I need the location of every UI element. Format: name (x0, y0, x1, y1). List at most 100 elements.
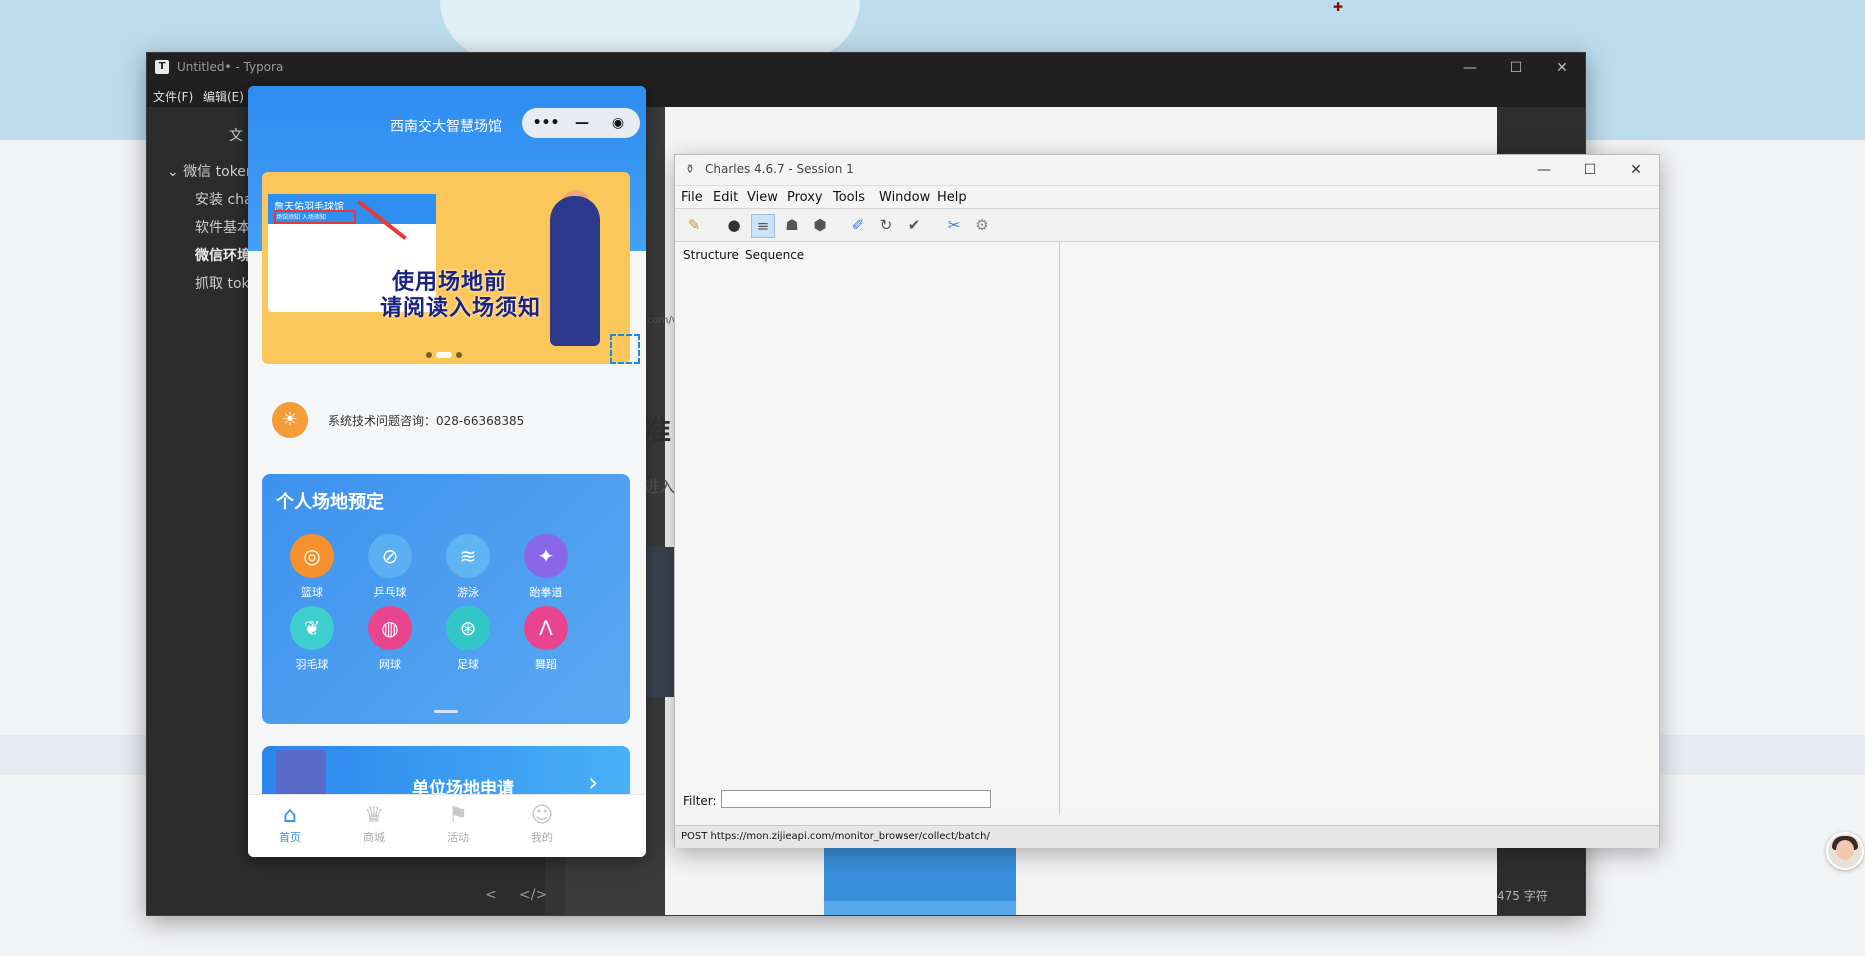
basketball-icon: ◎ (290, 534, 334, 578)
sport-label: 游泳 (457, 586, 479, 599)
sport-label: 乒乓球 (373, 586, 407, 599)
tennis-icon: ◍ (368, 606, 412, 650)
close-button[interactable]: ✕ (1539, 53, 1585, 83)
menu-file[interactable]: 文件(F) (153, 88, 193, 105)
sport-label: 篮球 (301, 586, 323, 599)
sport-item[interactable]: ◍ 网球 (360, 606, 420, 672)
menu-window[interactable]: Window (879, 190, 930, 205)
dance-icon: ᐱ (524, 606, 568, 650)
mini-program-title: 西南交大智慧场馆 (390, 119, 502, 135)
word-count[interactable]: 475 字符 (1497, 887, 1548, 904)
source-mode-button[interactable]: </> (519, 887, 547, 903)
tab-label: 我的 (531, 831, 553, 844)
badminton-icon: ❦ (290, 606, 334, 650)
charles-title: Charles 4.6.7 - Session 1 (705, 162, 854, 176)
more-icon[interactable]: ••• (528, 108, 564, 138)
close-button[interactable]: ✕ (1613, 155, 1659, 185)
menu-proxy[interactable]: Proxy (787, 190, 823, 205)
carousel-dot[interactable] (426, 352, 432, 358)
minimize-button[interactable]: — (1447, 53, 1493, 83)
personal-booking-panel: 个人场地预定 ◎ 篮球 ⊘ 乒乓球 ≋ 游泳 ✦ 跆拳道 ❦ 羽毛球 ◍ 网球 ⊛ 足球 ᐱ 舞蹈 (262, 474, 630, 724)
outline-item-wechat-env[interactable]: 微信环境 (195, 245, 251, 265)
swimming-icon: ≋ (446, 534, 490, 578)
charles-titlebar: ⚱ Charles 4.6.7 - Session 1 — ☐ ✕ (675, 155, 1659, 185)
charles-window: ⚱ Charles 4.6.7 - Session 1 — ☐ ✕ File E… (674, 154, 1660, 848)
carousel-dot[interactable] (456, 352, 462, 358)
repeat-icon[interactable]: ↻ (875, 214, 897, 236)
outline-item-install[interactable]: 安装 cha (195, 189, 253, 209)
minimize-icon[interactable]: — (564, 108, 600, 138)
validate-icon[interactable]: ✔ (903, 214, 925, 236)
menu-tools[interactable]: Tools (833, 190, 865, 205)
broom-icon[interactable]: ✎ (683, 214, 705, 236)
tab-mine[interactable]: ☺ 我的 (512, 803, 572, 845)
sport-label: 跆拳道 (529, 586, 563, 599)
tab-activity[interactable]: ⚑ 活动 (428, 803, 488, 845)
expand-icon[interactable] (610, 334, 640, 364)
gift-icon: ⚑ (448, 803, 468, 828)
sport-label: 舞蹈 (535, 658, 557, 671)
assistant-avatar[interactable] (1826, 832, 1864, 870)
compose-icon[interactable]: ✐ (847, 214, 869, 236)
outline-item-wechat-token[interactable]: ⌄ 微信 token (167, 161, 255, 181)
tab-structure[interactable]: Structure (683, 248, 739, 262)
sport-item[interactable]: ◎ 篮球 (282, 534, 342, 600)
user-icon: ☺ (530, 803, 554, 828)
banner-card-header: 詹天佑羽毛球馆 场馆须知 入场须知 (268, 194, 436, 224)
chevron-down-icon: ⌄ (167, 164, 184, 180)
charles-status-bar: POST https://mon.zijieapi.com/monitor_br… (675, 825, 1659, 848)
document-heading-fragment: 准 (643, 414, 672, 447)
minimize-button[interactable]: — (1521, 155, 1567, 185)
close-capsule-icon[interactable]: ◉ (600, 108, 636, 138)
outline-item-basics[interactable]: 软件基本 (195, 217, 251, 237)
tab-home[interactable]: ⌂ 首页 (260, 803, 320, 845)
tab-sequence[interactable]: Sequence (745, 248, 804, 262)
filter-input[interactable] (721, 790, 991, 808)
mini-program-window: 西南交大智慧场馆 ••• — ◉ 詹天佑羽毛球馆 场馆须知 入场须知 使用场地前… (248, 86, 646, 857)
maximize-button[interactable]: ☐ (1493, 53, 1539, 83)
nav-prev-button[interactable]: < (485, 887, 497, 903)
tab-label: 活动 (447, 831, 469, 844)
typora-app-icon: T (155, 60, 169, 74)
document-screenshot-thumbnail (647, 547, 677, 697)
avatar-face (1836, 840, 1854, 860)
charles-structure-panel: Structure Sequence Filter: (675, 242, 1060, 815)
menu-view[interactable]: View (747, 190, 778, 205)
mini-program-capsule: ••• — ◉ (522, 108, 640, 138)
throttle-icon[interactable]: ≡ (751, 214, 775, 238)
booking-page-indicator (434, 710, 458, 713)
wallpaper-logo (440, 0, 860, 60)
carousel-dot-active[interactable] (436, 352, 452, 358)
outline-item[interactable]: 文 (229, 125, 243, 145)
tab-label: 首页 (279, 831, 301, 844)
breakpoint-icon[interactable]: ⬢ (809, 214, 831, 236)
banner-headline-2: 请阅读入场须知 (380, 296, 542, 321)
menu-edit[interactable]: 编辑(E) (203, 88, 244, 105)
tab-mall[interactable]: ♛ 商城 (344, 803, 404, 845)
menu-file[interactable]: File (681, 190, 703, 205)
tab-label: 商城 (363, 831, 385, 844)
turtle-icon[interactable]: ☗ (781, 214, 803, 236)
sport-item[interactable]: ✦ 跆拳道 (516, 534, 576, 600)
filter-label: Filter: (683, 794, 717, 808)
sport-label: 足球 (457, 658, 479, 671)
tools-icon[interactable]: ✂ (943, 214, 965, 236)
record-icon[interactable]: ● (723, 214, 745, 236)
status-text: POST https://mon.zijieapi.com/monitor_br… (681, 831, 990, 842)
illustration-figure (550, 196, 600, 346)
maximize-button[interactable]: ☐ (1567, 155, 1613, 185)
notice-banner[interactable]: 詹天佑羽毛球馆 场馆须知 入场须知 使用场地前 请阅读入场须知 (262, 172, 630, 364)
sport-item[interactable]: ⊘ 乒乓球 (360, 534, 420, 600)
document-screenshot-thumbnail (824, 901, 1016, 915)
support-hotline[interactable]: 系统技术问题咨询：028-66368385 (328, 412, 524, 429)
sport-item[interactable]: ⊛ 足球 (438, 606, 498, 672)
sport-item[interactable]: ❦ 羽毛球 (282, 606, 342, 672)
settings-icon[interactable]: ⚙ (971, 214, 993, 236)
lightbulb-icon: ☀ (272, 402, 308, 438)
menu-edit[interactable]: Edit (713, 190, 738, 205)
sport-item[interactable]: ≋ 游泳 (438, 534, 498, 600)
menu-help[interactable]: Help (937, 190, 967, 205)
sport-item[interactable]: ᐱ 舞蹈 (516, 606, 576, 672)
charles-detail-panel[interactable] (1060, 242, 1659, 815)
sport-label: 羽毛球 (295, 658, 329, 671)
